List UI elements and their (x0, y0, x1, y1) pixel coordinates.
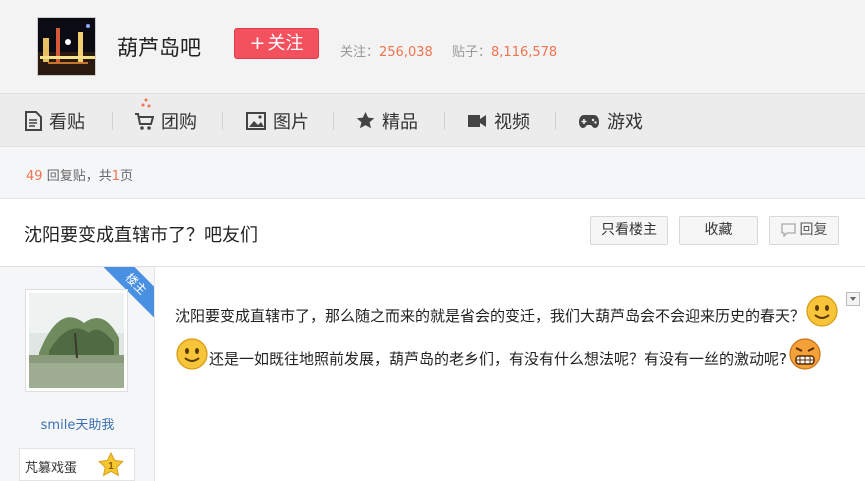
video-icon (468, 114, 486, 127)
post-text-part2: 还是一如既往地照前发展，葫芦岛的老乡们，有没有什么想法呢？有没有一丝的激动呢? (209, 350, 787, 368)
post-count-label: 贴子： (452, 45, 492, 60)
nav-item-games[interactable]: 游戏 (578, 94, 643, 147)
nav-divider (112, 112, 113, 130)
forum-nav: 看贴 团购 图片 精品 视频 游戏 (0, 93, 865, 147)
post: 楼主 smile天助我 芃篡戏蛋 1 沈阳要变成直辖市了，那么随之而来的就是省会… (0, 267, 865, 481)
image-icon (246, 111, 266, 130)
nav-item-featured[interactable]: 精品 (356, 94, 418, 147)
thread-title-bar: 沈阳要变成直辖市了？吧友们 只看楼主 收藏 回复 (0, 199, 865, 267)
forum-logo[interactable] (37, 17, 96, 76)
nav-item-posts[interactable]: 看贴 (24, 94, 85, 147)
nav-item-groupbuy[interactable]: 团购 (134, 94, 197, 147)
nav-divider (333, 112, 334, 130)
document-icon (25, 110, 42, 131)
member-badge[interactable]: 芃篡戏蛋 1 (19, 448, 135, 481)
author-name[interactable]: smile天助我 (0, 414, 154, 433)
post-content: 沈阳要变成直辖市了，那么随之而来的就是省会的变迁，我们大葫芦岛会不会迎来历史的春… (175, 295, 845, 381)
star-icon (356, 111, 375, 129)
follow-button-label: 关注 (267, 33, 304, 54)
post-count-stat: 贴子：8,116,578 (452, 41, 557, 60)
smile-emoji-icon (176, 338, 208, 381)
forum-header: 葫芦岛吧 + 关注 关注：256,038 贴子：8,116,578 (0, 0, 865, 93)
forum-name[interactable]: 葫芦岛吧 (117, 32, 201, 62)
nav-divider (444, 112, 445, 130)
follow-count-label: 关注： (340, 45, 380, 60)
author-column: 楼主 smile天助我 芃篡戏蛋 1 (0, 267, 155, 481)
cart-icon (135, 112, 154, 130)
only-op-button[interactable]: 只看楼主 (590, 216, 668, 245)
favorite-button[interactable]: 收藏 (679, 216, 758, 245)
post-count-value: 8,116,578 (491, 45, 558, 60)
comment-icon (780, 223, 796, 238)
nav-label-posts: 看贴 (49, 111, 85, 133)
thread-title: 沈阳要变成直辖市了？吧友们 (24, 225, 258, 246)
post-text-part1: 沈阳要变成直辖市了，那么随之而来的就是省会的变迁，我们大葫芦岛会不会迎来历史的春… (175, 307, 806, 325)
follow-count-value: 256,038 (379, 45, 433, 60)
nav-label-images: 图片 (273, 111, 309, 133)
grimace-emoji-icon (788, 338, 822, 381)
nav-divider (222, 112, 223, 130)
reply-count-bar: 49 回复贴，共1页 (0, 147, 865, 199)
nav-label-featured: 精品 (382, 111, 418, 133)
reply-count-value: 49 (26, 169, 43, 184)
smile-emoji-icon (806, 295, 838, 338)
gamepad-icon (579, 114, 599, 128)
reply-button-label: 回复 (799, 222, 828, 238)
post-menu-dropdown[interactable] (846, 292, 860, 306)
member-badge-label: 芃篡戏蛋 (25, 461, 78, 476)
page-count-value: 1 (111, 169, 120, 184)
level-number: 1 (108, 461, 114, 472)
nav-label-video: 视频 (494, 111, 530, 133)
reply-count-text: 49 回复贴，共1页 (26, 165, 133, 184)
nav-divider (555, 112, 556, 130)
follow-button[interactable]: + 关注 (234, 28, 319, 59)
nav-label-groupbuy: 团购 (161, 111, 197, 133)
reply-count-label: 回复贴，共 (46, 169, 112, 184)
nav-item-images[interactable]: 图片 (246, 94, 309, 147)
avatar[interactable] (25, 289, 128, 392)
page-count-label: 页 (119, 169, 133, 184)
level-star-icon: 1 (98, 452, 124, 477)
reply-button[interactable]: 回复 (769, 216, 839, 245)
nav-item-video[interactable]: 视频 (467, 94, 530, 147)
nav-label-games: 游戏 (607, 111, 643, 133)
plus-icon: + (249, 32, 266, 54)
follow-count-stat: 关注：256,038 (340, 41, 433, 60)
